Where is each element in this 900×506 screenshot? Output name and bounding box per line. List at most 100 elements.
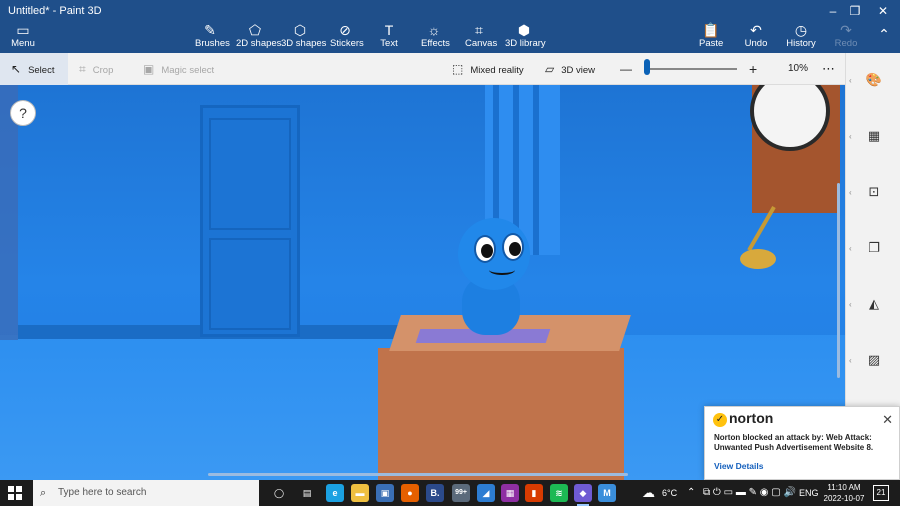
- effects-tool-button[interactable]: ☼ Effects: [421, 22, 450, 52]
- more-options-button[interactable]: ⋯: [822, 53, 835, 85]
- frame-icon[interactable]: ⊡: [864, 182, 884, 202]
- folder-icon: ▭: [16, 22, 30, 38]
- chevron-left-icon: ‹: [849, 188, 852, 197]
- close-button[interactable]: ✕: [868, 3, 898, 19]
- widgets-taskbar-icon[interactable]: ▤: [298, 484, 316, 502]
- mail-99-taskbar-icon[interactable]: 99+: [452, 484, 470, 502]
- flip-icon[interactable]: ◭: [864, 294, 884, 314]
- chevron-left-icon: ‹: [849, 244, 852, 253]
- character-eye-right: [502, 233, 524, 261]
- palette-icon[interactable]: 🎨: [864, 70, 884, 90]
- tray-overflow-icon[interactable]: ⌃: [687, 480, 695, 506]
- window-title: Untitled* - Paint 3D: [8, 5, 102, 17]
- help-button[interactable]: ?: [10, 100, 36, 126]
- firefox-taskbar-icon[interactable]: ●: [401, 484, 419, 502]
- windows-logo-icon: [16, 486, 22, 492]
- 3d-library-tool-button[interactable]: ⬢ 3D library: [505, 22, 546, 52]
- task-view-taskbar-icon[interactable]: ◯: [270, 484, 288, 502]
- whiteboard-taskbar-icon[interactable]: ◢: [477, 484, 495, 502]
- scene-door: [200, 105, 300, 337]
- undo-button[interactable]: ↶ Undo: [744, 22, 768, 52]
- taskbar-search-box[interactable]: ⌕ Type here to search: [33, 480, 259, 506]
- file-explorer-taskbar-icon[interactable]: ▬: [351, 484, 369, 502]
- mixed-reality-button[interactable]: ⬚ Mixed reality: [452, 53, 524, 85]
- character-eye-left: [474, 235, 496, 263]
- tray-icons[interactable]: ⧉ ⏻ ▭ ▬ ✎ ◉ ▢ 🔊: [703, 480, 796, 506]
- copy-icon[interactable]: ❐: [864, 238, 884, 258]
- vertical-scrollbar[interactable]: [837, 183, 840, 378]
- character-pupil: [509, 242, 521, 256]
- menu-button[interactable]: ▭ Menu: [8, 22, 38, 52]
- 2d-shapes-tool-button[interactable]: ⬠ 2D shapes: [236, 22, 281, 52]
- redo-button[interactable]: ↷ Redo: [834, 22, 858, 52]
- paint-3d-taskbar-icon[interactable]: ◆: [574, 484, 592, 506]
- scene-table: [378, 348, 624, 480]
- norton-logo: ✓ norton: [713, 410, 773, 427]
- weather-icon[interactable]: ☁: [642, 480, 655, 506]
- weather-temp[interactable]: 6°C: [662, 480, 677, 506]
- windows-logo-icon: [8, 486, 14, 492]
- horizontal-scrollbar[interactable]: [208, 473, 628, 476]
- select-button[interactable]: ↖ Select: [0, 53, 68, 85]
- store-taskbar-icon[interactable]: ▣: [376, 484, 394, 502]
- checkmark-icon: ✓: [713, 413, 727, 427]
- notification-close-button[interactable]: ✕: [882, 412, 893, 428]
- notification-center-button[interactable]: 21: [873, 485, 889, 501]
- door-panel-top: [209, 118, 291, 230]
- stickers-tool-button[interactable]: ⊘ Stickers: [330, 22, 364, 52]
- collapse-ribbon-button[interactable]: ⌃: [875, 26, 893, 56]
- paste-button[interactable]: 📋 Paste: [699, 22, 723, 52]
- crop-button[interactable]: ⌗ Crop: [79, 53, 113, 85]
- zoom-slider-thumb[interactable]: [643, 59, 650, 75]
- zoom-out-button[interactable]: —: [620, 53, 632, 85]
- app-m-taskbar-icon[interactable]: M: [598, 484, 616, 502]
- app-b-taskbar-icon[interactable]: B.: [426, 484, 444, 502]
- text-tool-button[interactable]: T Text: [378, 22, 400, 52]
- language-indicator[interactable]: ENG: [799, 480, 819, 506]
- stickers-icon: ⊘: [339, 22, 351, 38]
- view-3d-icon: ▱: [545, 62, 555, 76]
- view-details-link[interactable]: View Details: [714, 461, 763, 471]
- 3d-shapes-icon: ⬡: [293, 22, 307, 38]
- taskbar-clock[interactable]: 11:10 AM 2022-10-07: [822, 482, 866, 504]
- hatch-icon[interactable]: ▨: [864, 350, 884, 370]
- canvas-tool-button[interactable]: ⌗ Canvas: [465, 22, 497, 52]
- norton-notification[interactable]: ✓ norton ✕ Norton blocked an attack by: W…: [704, 406, 900, 480]
- scene-pendulum-bob: [740, 249, 776, 269]
- windows-logo-icon: [16, 494, 22, 500]
- windows-logo-icon: [8, 494, 14, 500]
- crop-icon: ⌗: [79, 62, 86, 76]
- 3d-view-button[interactable]: ▱ 3D view: [545, 53, 595, 85]
- spotify-taskbar-icon[interactable]: ≋: [550, 484, 568, 502]
- mixed-reality-icon: ⬚: [452, 62, 464, 76]
- chevron-left-icon: ‹: [849, 132, 852, 141]
- zoom-value: 10%: [788, 63, 809, 74]
- app-grid-taskbar-icon[interactable]: ▦: [501, 484, 519, 502]
- history-icon: ◷: [794, 22, 808, 38]
- edge-taskbar-icon[interactable]: e: [326, 484, 344, 502]
- 2d-shapes-icon: ⬠: [248, 22, 262, 38]
- cursor-icon: ↖: [11, 62, 22, 76]
- text-icon: T: [384, 22, 394, 38]
- maximize-button[interactable]: ❐: [840, 3, 870, 19]
- clock-date: 2022-10-07: [823, 494, 865, 503]
- grid-icon[interactable]: ▦: [864, 126, 884, 146]
- zoom-slider[interactable]: [645, 68, 737, 70]
- office-taskbar-icon[interactable]: ▮: [525, 484, 543, 502]
- character-mouth: [489, 265, 515, 275]
- window-bar: [533, 85, 539, 255]
- history-button[interactable]: ◷ History: [786, 22, 816, 52]
- ribbon-bar: Untitled* - Paint 3D – ❐ ✕ ▭ Menu ✎ Brush…: [0, 0, 900, 53]
- redo-icon: ↷: [840, 22, 852, 38]
- notification-message: Norton blocked an attack by: Web Attack:…: [714, 433, 874, 452]
- 3d-shapes-tool-button[interactable]: ⬡ 3D shapes: [281, 22, 326, 52]
- door-panel-bottom: [209, 238, 291, 330]
- taskbar: ⌕ Type here to search ◯ ▤ e ▬ ▣ ● B. 99+ ◢ ▦ ▮ ≋ ◆ M …: [0, 480, 900, 506]
- undo-icon: ↶: [750, 22, 762, 38]
- zoom-in-button[interactable]: +: [749, 53, 757, 85]
- magic-select-button[interactable]: ▣ Magic select: [143, 53, 214, 85]
- 3d-library-icon: ⬢: [517, 22, 531, 38]
- brushes-tool-button[interactable]: ✎ Brushes: [195, 22, 230, 52]
- windows-start-button[interactable]: [8, 486, 22, 500]
- paste-icon: 📋: [702, 22, 720, 38]
